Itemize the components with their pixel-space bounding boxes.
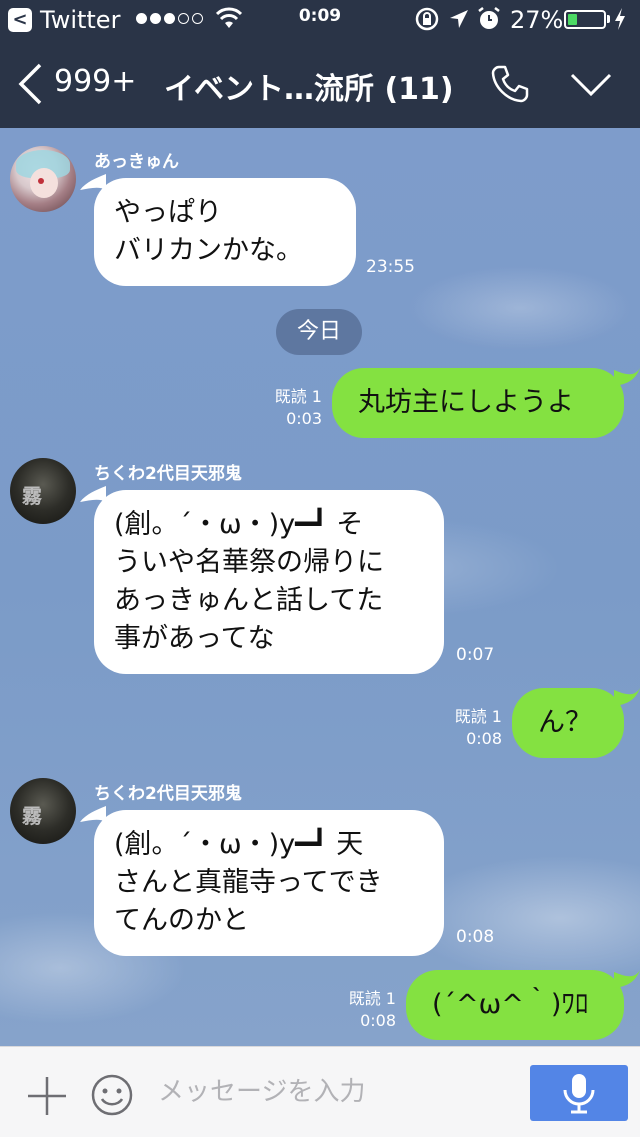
message-bubble[interactable]: やっぱり バリカンかな。 [94,178,356,286]
message-time: 0:07 [456,645,495,665]
read-receipt: 既読 1 0:08 [454,707,502,748]
message-bubble[interactable]: ん？ [512,688,624,758]
battery-icon [564,10,606,29]
avatar[interactable]: 霧 [10,778,76,844]
microphone-icon [563,1074,595,1114]
date-divider: 今日 [276,309,362,355]
location-arrow-icon [450,10,468,28]
status-bar: < Twitter 0:09 27% [0,0,640,40]
message-input-bar [0,1046,640,1137]
message-time: 0:08 [456,927,495,947]
message-bubble[interactable]: 丸坊主にしようよ [332,368,624,438]
chat-title[interactable]: イベント…流所 (11) [164,64,454,108]
chevron-down-icon[interactable] [570,72,612,98]
charging-bolt-icon [615,8,625,30]
avatar[interactable]: 霧 [10,458,76,524]
alarm-icon [478,7,500,29]
phone-icon[interactable] [490,64,530,104]
read-receipt: 既読 1 0:03 [274,387,322,428]
unread-count[interactable]: 999+ [54,64,136,99]
message-time: 23:55 [366,257,415,277]
sender-name: ちくわ2代目天邪鬼 [94,464,242,484]
bubble-tail [614,368,640,386]
bubble-tail [614,688,640,706]
plus-icon[interactable] [26,1075,68,1117]
message-bubble[interactable]: (創。´・ω・)y━┛ 天 さんと真龍寺ってでき てんのかと [94,810,444,956]
sender-name: ちくわ2代目天邪鬼 [94,784,242,804]
microphone-button[interactable] [530,1065,628,1121]
rotation-lock-icon [415,7,439,31]
message-bubble[interactable]: (´^ω^｀)ﾜﾛﾁ [406,970,624,1090]
avatar[interactable] [10,146,76,212]
back-chevron-icon[interactable] [16,62,44,106]
read-receipt: 既読 1 0:08 [348,989,396,1030]
sender-name: あっきゅん [94,152,179,172]
battery-percent: 27% [510,6,564,34]
battery-tip [607,15,610,23]
smiley-icon[interactable] [90,1073,134,1117]
message-input[interactable] [158,1075,498,1109]
message-bubble[interactable]: (創。´・ω・)y━┛ そ ういや名華祭の帰りに あっきゅんと話してた 事があっ… [94,490,444,674]
bubble-tail [614,970,640,988]
chat-header: 999+ イベント…流所 (11) [0,40,640,128]
